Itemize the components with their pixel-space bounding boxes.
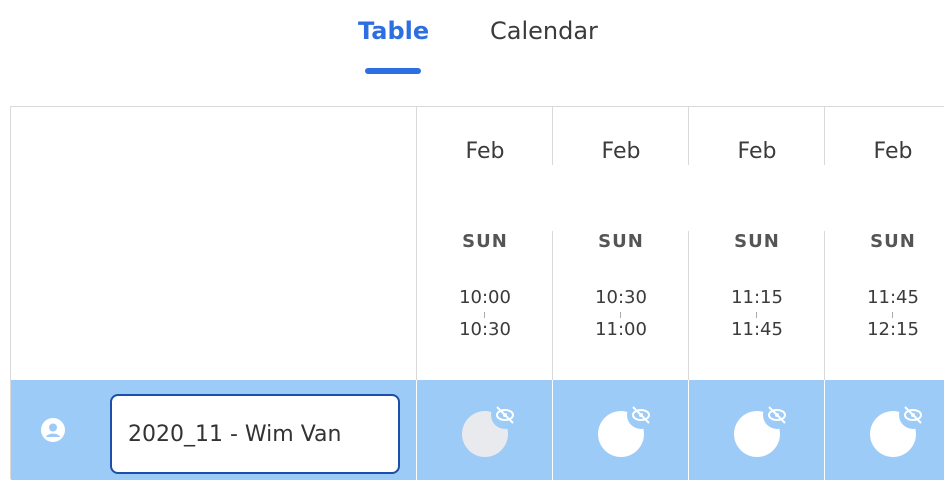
column-start-time: 10:00 — [459, 287, 511, 308]
column-weekday: SUN — [462, 231, 508, 252]
column-start-time: 11:45 — [867, 287, 919, 308]
time-column-header: Feb SUN 11:15 11:45 — [689, 107, 825, 380]
column-start-time: 11:15 — [731, 287, 783, 308]
column-end-time: 11:45 — [731, 319, 783, 340]
column-month: Feb — [737, 139, 777, 164]
availability-cell[interactable] — [825, 380, 944, 480]
column-end-time: 11:00 — [595, 319, 647, 340]
column-month: Feb — [465, 139, 505, 164]
column-month: Feb — [601, 139, 641, 164]
user-circle-icon — [41, 418, 65, 442]
hidden-eye-icon — [870, 401, 927, 457]
column-weekday: SUN — [734, 231, 780, 252]
hidden-eye-icon — [462, 401, 519, 457]
time-column-header: Feb SUN 11:45 12:15 — [825, 107, 944, 380]
availability-cell[interactable] — [417, 380, 553, 480]
participant-row — [11, 380, 944, 480]
participant-name-input[interactable] — [110, 394, 400, 474]
view-tabs: Table Calendar — [0, 0, 944, 106]
hidden-eye-icon — [734, 401, 791, 457]
column-weekday: SUN — [598, 231, 644, 252]
participant-header — [11, 107, 417, 380]
column-end-time: 10:30 — [459, 319, 511, 340]
column-start-time: 10:30 — [595, 287, 647, 308]
column-end-time: 12:15 — [867, 319, 919, 340]
availability-cell[interactable] — [553, 380, 689, 480]
active-tab-indicator — [365, 68, 421, 74]
column-weekday: SUN — [870, 231, 916, 252]
poll-table: Feb SUN 10:00 10:30 Feb SUN 10:30 11:00 … — [10, 106, 944, 480]
time-column-header: Feb SUN 10:00 10:30 — [417, 107, 553, 380]
tab-table[interactable]: Table — [358, 14, 429, 48]
column-month: Feb — [873, 139, 913, 164]
availability-cell[interactable] — [689, 380, 825, 480]
participant-cell — [11, 380, 417, 480]
time-column-header: Feb SUN 10:30 11:00 — [553, 107, 689, 380]
hidden-eye-icon — [598, 401, 655, 457]
tab-calendar[interactable]: Calendar — [490, 14, 598, 48]
